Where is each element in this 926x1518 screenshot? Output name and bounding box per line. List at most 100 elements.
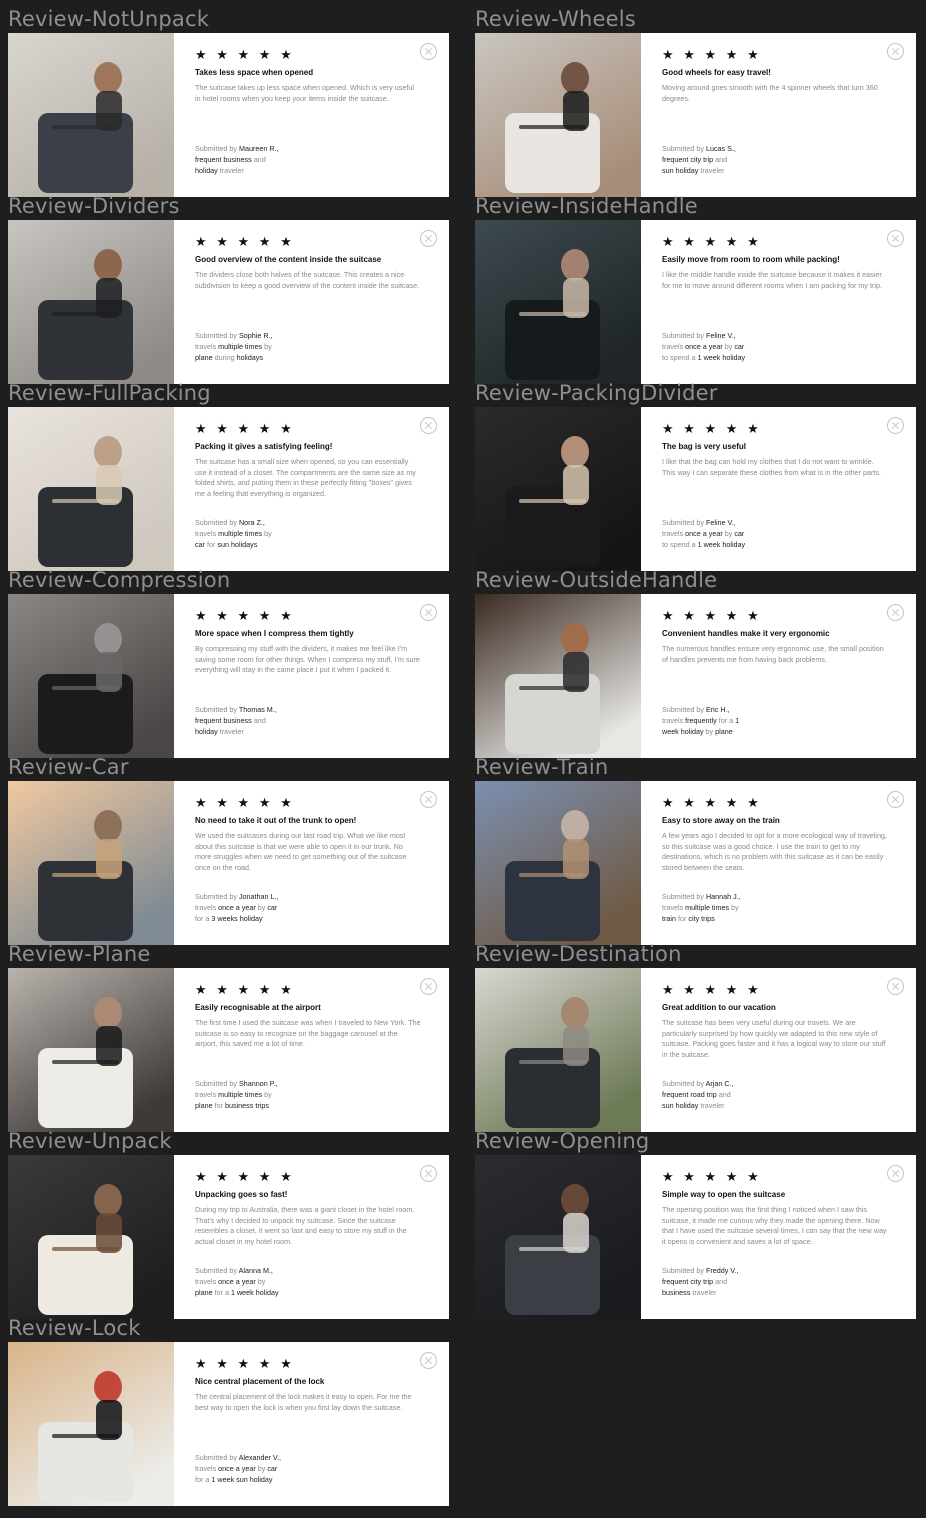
submitter-line-3: car for sun holidays xyxy=(195,539,429,550)
review-submitter: Submitted by Feline V., travels once a y… xyxy=(662,517,896,550)
submitter-segment: by xyxy=(262,1090,272,1099)
submitter-name: Alexander V., xyxy=(238,1453,282,1462)
review-title: Easily recognisable at the airport xyxy=(195,1003,321,1012)
submitter-line-2: frequent city trip and xyxy=(662,154,896,165)
submitter-line-2: travels once a year by car xyxy=(662,341,896,352)
review-card: ★ ★ ★ ★ ★ Easily recognisable at the air… xyxy=(8,968,449,1132)
submitter-segment: frequent business xyxy=(195,716,252,725)
close-icon[interactable] xyxy=(887,791,904,808)
submitter-segment: frequent city trip xyxy=(662,155,714,164)
review-submitter: Submitted by Lucas S., frequent city tri… xyxy=(662,143,896,176)
submitter-line-3: sun holiday traveler xyxy=(662,165,896,176)
star-rating: ★ ★ ★ ★ ★ xyxy=(662,795,762,810)
review-card: ★ ★ ★ ★ ★ Packing it gives a satisfying … xyxy=(8,407,449,571)
frame-label[interactable]: Review-Compression xyxy=(8,564,230,594)
frame-label[interactable]: Review-Plane xyxy=(8,938,151,968)
close-icon[interactable] xyxy=(887,417,904,434)
submitter-segment: for a xyxy=(212,1288,231,1297)
submitter-segment: for a xyxy=(716,716,736,725)
submitter-segment: and xyxy=(251,155,266,164)
frame-label[interactable]: Review-PackingDivider xyxy=(475,377,718,407)
review-photo xyxy=(475,968,641,1132)
submitter-segment: 1 week holiday xyxy=(697,540,746,549)
frame-label[interactable]: Review-Lock xyxy=(8,1312,141,1342)
submitter-segment: traveler xyxy=(698,1101,725,1110)
review-submitter: Submitted by Alexander V., travels once … xyxy=(195,1452,429,1485)
review-photo xyxy=(475,407,641,571)
submitter-segment: travels xyxy=(195,903,219,912)
review-title: Unpacking goes so fast! xyxy=(195,1190,288,1199)
submitter-segment: travels xyxy=(195,1277,219,1286)
submitter-line-3: holiday traveler xyxy=(195,165,429,176)
submitter-segment: plane xyxy=(715,727,733,736)
submitter-segment: traveler xyxy=(690,1288,717,1297)
review-submitter: Submitted by Maureen R., frequent busine… xyxy=(195,143,429,176)
star-rating: ★ ★ ★ ★ ★ xyxy=(195,1356,295,1371)
close-icon[interactable] xyxy=(887,1165,904,1182)
submitter-segment: travels xyxy=(662,716,686,725)
review-photo xyxy=(8,594,174,758)
submitter-line-1: Submitted by Freddy V., xyxy=(662,1266,739,1275)
submitter-segment: 1 week holiday xyxy=(697,353,746,362)
close-icon[interactable] xyxy=(887,230,904,247)
frame-label[interactable]: Review-Unpack xyxy=(8,1125,172,1155)
review-body: Moving around goes smooth with the 4 spi… xyxy=(662,83,878,103)
frame-label[interactable]: Review-Train xyxy=(475,751,608,781)
submitter-segment: frequent road trip xyxy=(662,1090,717,1099)
submitter-line-1: Submitted by Nora Z., xyxy=(195,518,265,527)
close-icon[interactable] xyxy=(420,1352,437,1369)
close-icon[interactable] xyxy=(420,230,437,247)
submitter-line-3: sun holiday traveler xyxy=(662,1100,896,1111)
close-icon[interactable] xyxy=(887,978,904,995)
close-icon[interactable] xyxy=(887,43,904,60)
frame-label[interactable]: Review-Opening xyxy=(475,1125,649,1155)
close-icon[interactable] xyxy=(420,791,437,808)
frame-label[interactable]: Review-NotUnpack xyxy=(8,3,209,33)
review-body: The suitcase takes up less space when op… xyxy=(195,83,414,103)
review-photo xyxy=(8,33,174,197)
close-icon[interactable] xyxy=(420,604,437,621)
review-body: The first time I used the suitcase was w… xyxy=(195,1018,421,1049)
submitter-segment: frequently xyxy=(685,716,717,725)
submitter-name: Maureen R., xyxy=(238,144,279,153)
review-photo xyxy=(475,594,641,758)
submitter-line-3: train for city trips xyxy=(662,913,896,924)
star-rating: ★ ★ ★ ★ ★ xyxy=(662,421,762,436)
submitter-line-1: Submitted by Feline V., xyxy=(662,331,736,340)
close-icon[interactable] xyxy=(420,1165,437,1182)
submitter-segment: sun holiday xyxy=(662,1101,699,1110)
submitter-segment: car xyxy=(267,903,278,912)
review-title: Great addition to our vacation xyxy=(662,1003,776,1012)
review-content: ★ ★ ★ ★ ★ Great addition to our vacation… xyxy=(641,968,916,1132)
submitter-segment: once a year xyxy=(218,1464,256,1473)
close-icon[interactable] xyxy=(420,417,437,434)
submitter-segment: frequent business xyxy=(195,155,252,164)
submitter-segment: sun holidays xyxy=(217,540,258,549)
frame-label[interactable]: Review-FullPacking xyxy=(8,377,211,407)
frame-label[interactable]: Review-Car xyxy=(8,751,129,781)
submitter-segment: and xyxy=(251,716,266,725)
review-card: ★ ★ ★ ★ ★ Easily move from room to room … xyxy=(475,220,916,384)
submitter-line-2: frequent road trip and xyxy=(662,1089,896,1100)
frame-label[interactable]: Review-Dividers xyxy=(8,190,180,220)
review-title: Good overview of the content inside the … xyxy=(195,255,382,264)
submitter-line-3: plane for business trips xyxy=(195,1100,429,1111)
star-rating: ★ ★ ★ ★ ★ xyxy=(662,234,762,249)
frame-label[interactable]: Review-Wheels xyxy=(475,3,636,33)
close-icon[interactable] xyxy=(420,978,437,995)
review-body: We used the suitcases during our last ro… xyxy=(195,831,407,872)
submitter-line-2: frequent business and xyxy=(195,154,429,165)
star-rating: ★ ★ ★ ★ ★ xyxy=(195,608,295,623)
submitter-name: Jonathan L., xyxy=(238,892,279,901)
submitter-segment: to spend a xyxy=(662,353,698,362)
frame-label[interactable]: Review-InsideHandle xyxy=(475,190,698,220)
close-icon[interactable] xyxy=(887,604,904,621)
submitter-segment: by xyxy=(255,1277,266,1286)
review-submitter: Submitted by Eric H., travels frequently… xyxy=(662,704,896,737)
submitter-line-1: Submitted by Thomas M., xyxy=(195,705,277,714)
frame-label[interactable]: Review-OutsideHandle xyxy=(475,564,717,594)
submitter-segment: for xyxy=(205,540,218,549)
review-body: By compressing my stuff with the divider… xyxy=(195,644,420,675)
close-icon[interactable] xyxy=(420,43,437,60)
frame-label[interactable]: Review-Destination xyxy=(475,938,682,968)
